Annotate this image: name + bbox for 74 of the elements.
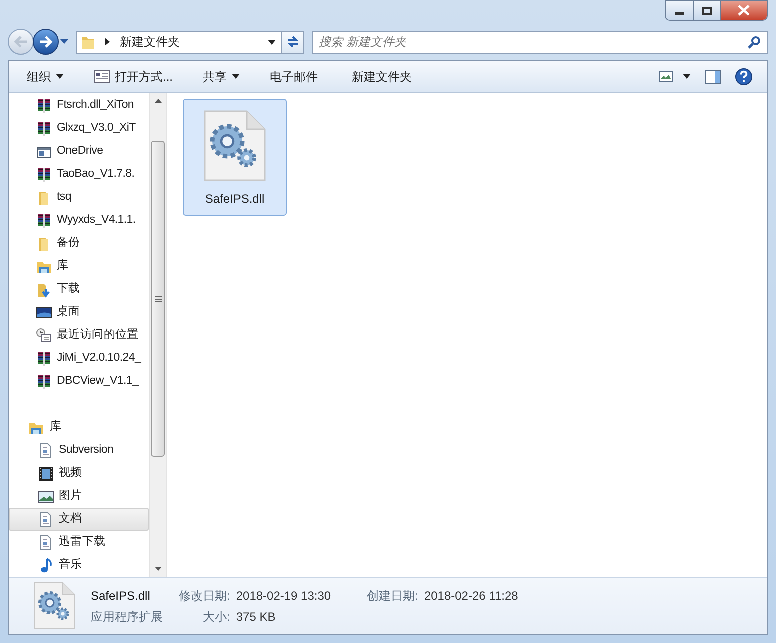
field-label: 创建日期: — [367, 588, 418, 604]
back-arrow-icon — [14, 36, 28, 48]
archive-icon — [36, 120, 52, 136]
sidebar-item[interactable]: 图片 — [9, 485, 149, 508]
caret-icon — [105, 38, 110, 46]
archive-icon — [36, 212, 52, 228]
forward-button[interactable] — [33, 29, 59, 55]
sidebar-item[interactable]: 库 — [9, 255, 149, 278]
preview-pane-icon[interactable] — [705, 70, 721, 84]
dropdown-icon[interactable] — [268, 40, 276, 44]
sidebar-item[interactable]: Ftsrch.dll_XiTon — [9, 94, 149, 117]
address-bar[interactable]: 新建文件夹 — [76, 30, 282, 54]
sidebar-item[interactable]: Glxzq_V3.0_XiT — [9, 117, 149, 140]
toolbar-button[interactable]: 打开方式... — [86, 64, 182, 88]
scroll-up-icon[interactable] — [154, 99, 162, 103]
toolbar-button[interactable]: 共享 — [195, 64, 248, 88]
sidebar-item[interactable]: 迅雷下载 — [9, 531, 149, 554]
dropdown-icon — [56, 74, 64, 79]
archive-icon — [36, 374, 52, 390]
download-folder-icon — [36, 282, 52, 298]
sidebar-item[interactable]: Wyyxds_V4.1.1. — [9, 209, 149, 232]
field-value: 2018-02-26 11:28 — [424, 588, 518, 604]
desktop-icon — [36, 304, 52, 320]
sidebar-item[interactable]: 音乐 — [9, 554, 149, 577]
field-label: 修改日期: — [179, 588, 230, 604]
document-icon — [38, 442, 54, 458]
sidebar-item[interactable]: Subversion — [9, 439, 149, 462]
file-type: 应用程序扩展 — [91, 608, 163, 626]
sidebar-item[interactable]: TaoBao_V1.7.8. — [9, 163, 149, 186]
dropdown-icon — [232, 74, 240, 79]
field-value: 2018-02-19 13:30 — [236, 588, 332, 604]
search-icon — [748, 36, 761, 48]
file-name: SafeIPS.dll — [91, 588, 152, 604]
refresh-button[interactable] — [281, 30, 304, 54]
gear-file-icon — [33, 581, 77, 631]
sidebar-item[interactable]: 下载 — [9, 278, 149, 301]
document-icon — [38, 534, 54, 550]
window-icon — [94, 70, 110, 83]
music-note-icon — [38, 558, 54, 574]
document-icon — [38, 512, 54, 528]
dropdown-icon[interactable] — [683, 74, 691, 79]
address-text: 新建文件夹 — [120, 34, 180, 51]
folder-icon — [81, 34, 95, 50]
sidebar-item[interactable]: 文档 — [9, 508, 149, 531]
archive-icon — [36, 98, 52, 114]
refresh-icon — [286, 35, 300, 49]
forward-arrow-icon — [39, 36, 53, 48]
view-icon[interactable] — [659, 71, 673, 82]
sidebar-item[interactable]: 备份 — [9, 232, 149, 255]
film-icon — [38, 466, 54, 482]
sidebar-item[interactable]: OneDrive — [9, 140, 149, 163]
scroll-down-icon[interactable] — [154, 567, 162, 571]
minimize-button[interactable] — [666, 1, 694, 20]
image-icon — [38, 488, 54, 504]
maximize-button[interactable] — [694, 1, 721, 20]
file-item[interactable]: SafeIPS.dll — [183, 99, 287, 216]
archive-icon — [36, 350, 52, 366]
sidebar-group-header[interactable]: 库 — [9, 416, 149, 439]
sidebar-item[interactable]: 桌面 — [9, 301, 149, 324]
field-value: 375 KB — [236, 608, 277, 626]
field-label: 大小: — [202, 608, 230, 626]
sidebar-item[interactable]: 最近访问的位置 — [9, 324, 149, 347]
toolbar-button[interactable]: 组织 — [19, 64, 72, 88]
close-icon — [738, 5, 750, 16]
sidebar-item[interactable]: tsq — [9, 186, 149, 209]
sidebar-item[interactable]: JiMi_V2.0.10.24_ — [9, 347, 149, 370]
toolbar-button[interactable]: 新建文件夹 — [344, 64, 420, 88]
close-button[interactable] — [721, 1, 767, 20]
sidebar-item[interactable]: 视频 — [9, 462, 149, 485]
help-icon[interactable] — [735, 68, 753, 86]
sidebar-item[interactable]: DBCView_V1.1_ — [9, 370, 149, 393]
toolbar-button[interactable]: 电子邮件 — [262, 64, 326, 88]
archive-icon — [36, 166, 52, 182]
clock-document-icon — [36, 328, 52, 344]
